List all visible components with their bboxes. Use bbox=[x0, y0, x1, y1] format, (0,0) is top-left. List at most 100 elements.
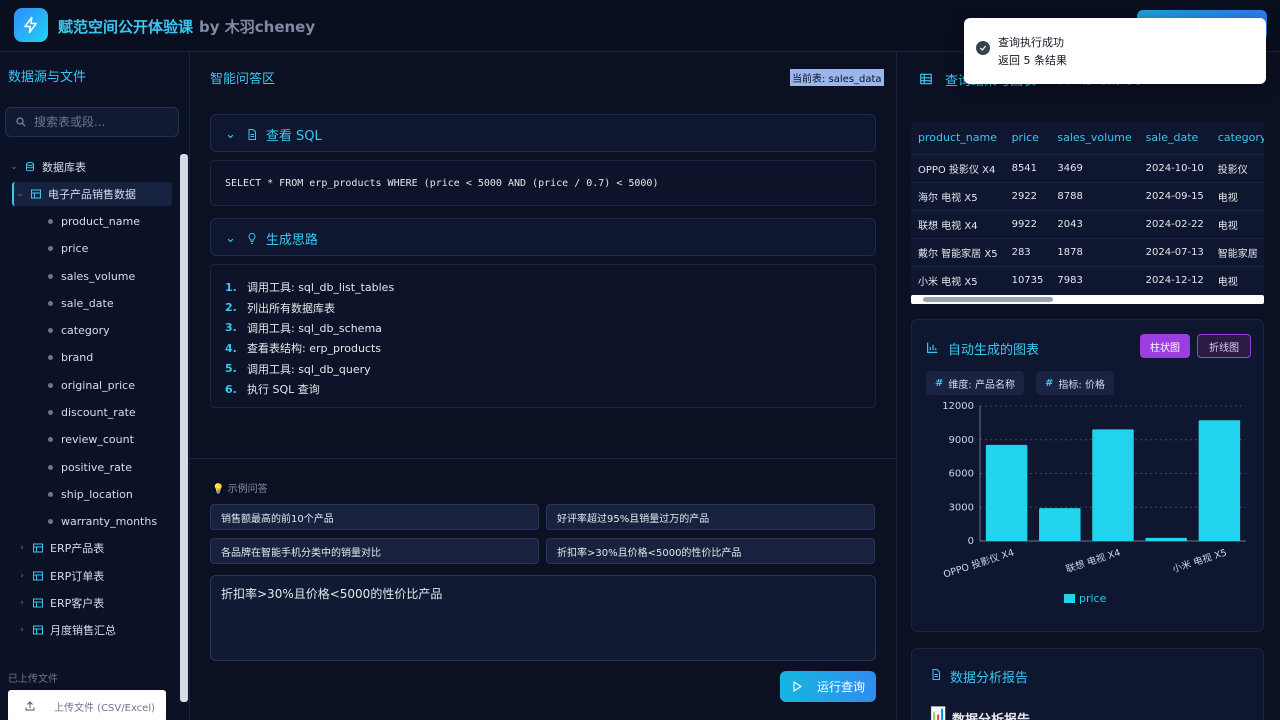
bullet-icon bbox=[48, 327, 53, 333]
tree-table[interactable]: › ERP客户表 bbox=[16, 591, 104, 615]
metric-tag-text: 指标: 价格 bbox=[1058, 379, 1105, 391]
column-header[interactable]: sale_date bbox=[1139, 122, 1211, 154]
table-cell: 8541 bbox=[1004, 153, 1051, 182]
search-icon bbox=[16, 117, 26, 127]
sql-section-header[interactable]: ⌄ 查看 SQL bbox=[210, 114, 876, 152]
example-question-button[interactable]: 销售额最高的前10个产品 bbox=[210, 504, 539, 530]
bullet-icon bbox=[48, 273, 53, 279]
tree-field[interactable]: sales_volume bbox=[48, 264, 135, 288]
field-label: positive_rate bbox=[61, 460, 132, 474]
tree-field[interactable]: warranty_months bbox=[48, 509, 157, 533]
tree-table[interactable]: › ERP产品表 bbox=[16, 536, 104, 560]
table-cell: 3469 bbox=[1050, 153, 1139, 182]
table-cell: 9922 bbox=[1004, 209, 1051, 238]
bullet-icon bbox=[48, 409, 53, 415]
list-item: 6. 执行 SQL 查询 bbox=[225, 382, 320, 397]
table-horizontal-scrollbar[interactable] bbox=[911, 295, 1264, 304]
legend-label: price bbox=[1079, 592, 1107, 605]
tree-table[interactable]: › 月度销售汇总 bbox=[16, 618, 116, 642]
example-question-button[interactable]: 各品牌在智能手机分类中的销量对比 bbox=[210, 538, 539, 564]
tree-field[interactable]: discount_rate bbox=[48, 400, 136, 424]
tree-field[interactable]: original_price bbox=[48, 373, 135, 397]
table-cell: 海尔 电视 X5 bbox=[911, 181, 1005, 210]
line-chart-button[interactable]: 折线图 bbox=[1197, 334, 1251, 358]
example-question-button[interactable]: 好评率超过95%且销量过万的产品 bbox=[546, 504, 875, 530]
chevron-right-icon: › bbox=[20, 571, 24, 581]
table-cell: 7983 bbox=[1050, 265, 1139, 294]
price-bar-chart: 0 3000 6000 9000 12000 OPPO 投影仪 X4 联想 电视 X4 小米 … bbox=[942, 401, 1246, 605]
play-icon bbox=[793, 681, 802, 692]
table-cell: 智能家居 bbox=[1210, 237, 1264, 266]
chevron-down-icon: ⌄ bbox=[225, 126, 236, 142]
report-subtitle: 数据分析报告 bbox=[952, 709, 1030, 720]
search-input[interactable] bbox=[34, 113, 174, 131]
dimension-tag-text: 维度: 产品名称 bbox=[948, 379, 1015, 391]
file-icon bbox=[932, 669, 940, 680]
app-author: by 木羽cheney bbox=[199, 18, 316, 36]
table-icon bbox=[920, 73, 932, 85]
report-card: 数据分析报告 📊 数据分析报告 bbox=[911, 648, 1264, 720]
tree-field[interactable]: positive_rate bbox=[48, 455, 132, 479]
results-panel: 查询结果与图表 共 5 行 · 执行耗时 123ms product_name … bbox=[896, 52, 1280, 720]
tree-field[interactable]: product_name bbox=[48, 209, 140, 233]
column-header[interactable]: price bbox=[1005, 122, 1051, 154]
success-toast: 查询执行成功 返回 5 条结果 bbox=[964, 18, 1266, 84]
tree-field[interactable]: sale_date bbox=[48, 291, 114, 315]
table-row: 戴尔 智能家居 X528318782024-07-13智能家居戴 bbox=[911, 237, 1264, 266]
column-header[interactable]: category bbox=[1211, 122, 1264, 154]
tree-field[interactable]: ship_location bbox=[48, 482, 133, 506]
bullet-icon bbox=[48, 300, 53, 306]
field-label: warranty_months bbox=[61, 514, 158, 528]
field-label: ship_location bbox=[61, 487, 133, 501]
tree-field[interactable]: brand bbox=[48, 345, 93, 369]
sidebar-scrollbar[interactable] bbox=[179, 148, 189, 708]
tree-table-label: ERP客户表 bbox=[50, 597, 105, 610]
hash-icon: # bbox=[1045, 377, 1054, 389]
chart-card: 自动生成的图表 柱状图 折线图 # 维度: 产品名称 # 指标: 价格 0 3000 6… bbox=[911, 319, 1264, 632]
table-cell: 联想 电视 X4 bbox=[911, 209, 1005, 238]
y-tick-label: 9000 bbox=[949, 435, 974, 446]
bullet-icon bbox=[48, 518, 53, 524]
x-tick-label: 联想 电视 X4 bbox=[1064, 546, 1122, 575]
check-circle-icon bbox=[976, 41, 990, 55]
tree-table-selected[interactable]: ⌄ 电子产品销售数据 bbox=[12, 182, 172, 206]
step-text: 调用工具: sql_db_query bbox=[247, 362, 371, 376]
results-table: product_name price sales_volume sale_dat… bbox=[911, 122, 1264, 304]
bar bbox=[1092, 429, 1134, 541]
list-item: 3. 调用工具: sql_db_schema bbox=[225, 321, 382, 335]
column-header[interactable]: product_name bbox=[911, 122, 1005, 154]
chevron-down-icon: ⌄ bbox=[16, 189, 24, 199]
step-text: 查看表结构: erp_products bbox=[247, 342, 382, 356]
thinking-section-header[interactable]: ⌄ 生成思路 bbox=[210, 218, 876, 256]
tree-root-database[interactable]: ⌄ 数据库表 bbox=[8, 155, 86, 179]
upload-file-button[interactable]: 上传文件 (CSV/Excel) bbox=[8, 690, 166, 720]
bullet-icon bbox=[48, 491, 53, 497]
toast-message: 返回 5 条结果 bbox=[998, 54, 1067, 67]
column-header[interactable]: sales_volume bbox=[1050, 122, 1138, 154]
bar-chart-button[interactable]: 柱状图 bbox=[1140, 334, 1190, 358]
table-cell: 10735 bbox=[1004, 265, 1051, 294]
table-icon bbox=[33, 543, 43, 553]
table-cell: 1878 bbox=[1050, 237, 1139, 266]
run-query-button[interactable]: 运行查询 bbox=[780, 671, 876, 702]
y-tick-label: 12000 bbox=[942, 401, 974, 412]
bar bbox=[985, 444, 1028, 541]
table-cell: 2024-12-12 bbox=[1138, 265, 1211, 294]
tree-field[interactable]: review_count bbox=[48, 427, 134, 451]
chart-emoji-icon: 📊 bbox=[930, 707, 947, 720]
tree-field[interactable]: price bbox=[48, 236, 88, 260]
table-row: OPPO 投影仪 X4854134692024-10-10投影仪O bbox=[911, 153, 1264, 182]
run-query-label: 运行查询 bbox=[816, 680, 865, 694]
scrollbar-thumb[interactable] bbox=[180, 154, 188, 702]
tree-table[interactable]: › ERP订单表 bbox=[16, 564, 104, 588]
bullet-icon bbox=[48, 382, 53, 388]
lightbulb-icon: 💡 bbox=[212, 484, 225, 495]
bullet-icon bbox=[48, 218, 53, 224]
list-item: 5. 调用工具: sql_db_query bbox=[225, 362, 371, 376]
query-input[interactable]: 折扣率>30%且价格<5000的性价比产品 bbox=[210, 575, 876, 661]
example-question-button[interactable]: 折扣率>30%且价格<5000的性价比产品 bbox=[546, 538, 875, 564]
bullet-icon bbox=[48, 436, 53, 442]
tree-field[interactable]: category bbox=[48, 318, 110, 342]
scrollbar-thumb[interactable] bbox=[923, 297, 1053, 302]
step-text: 调用工具: sql_db_list_tables bbox=[247, 281, 395, 295]
